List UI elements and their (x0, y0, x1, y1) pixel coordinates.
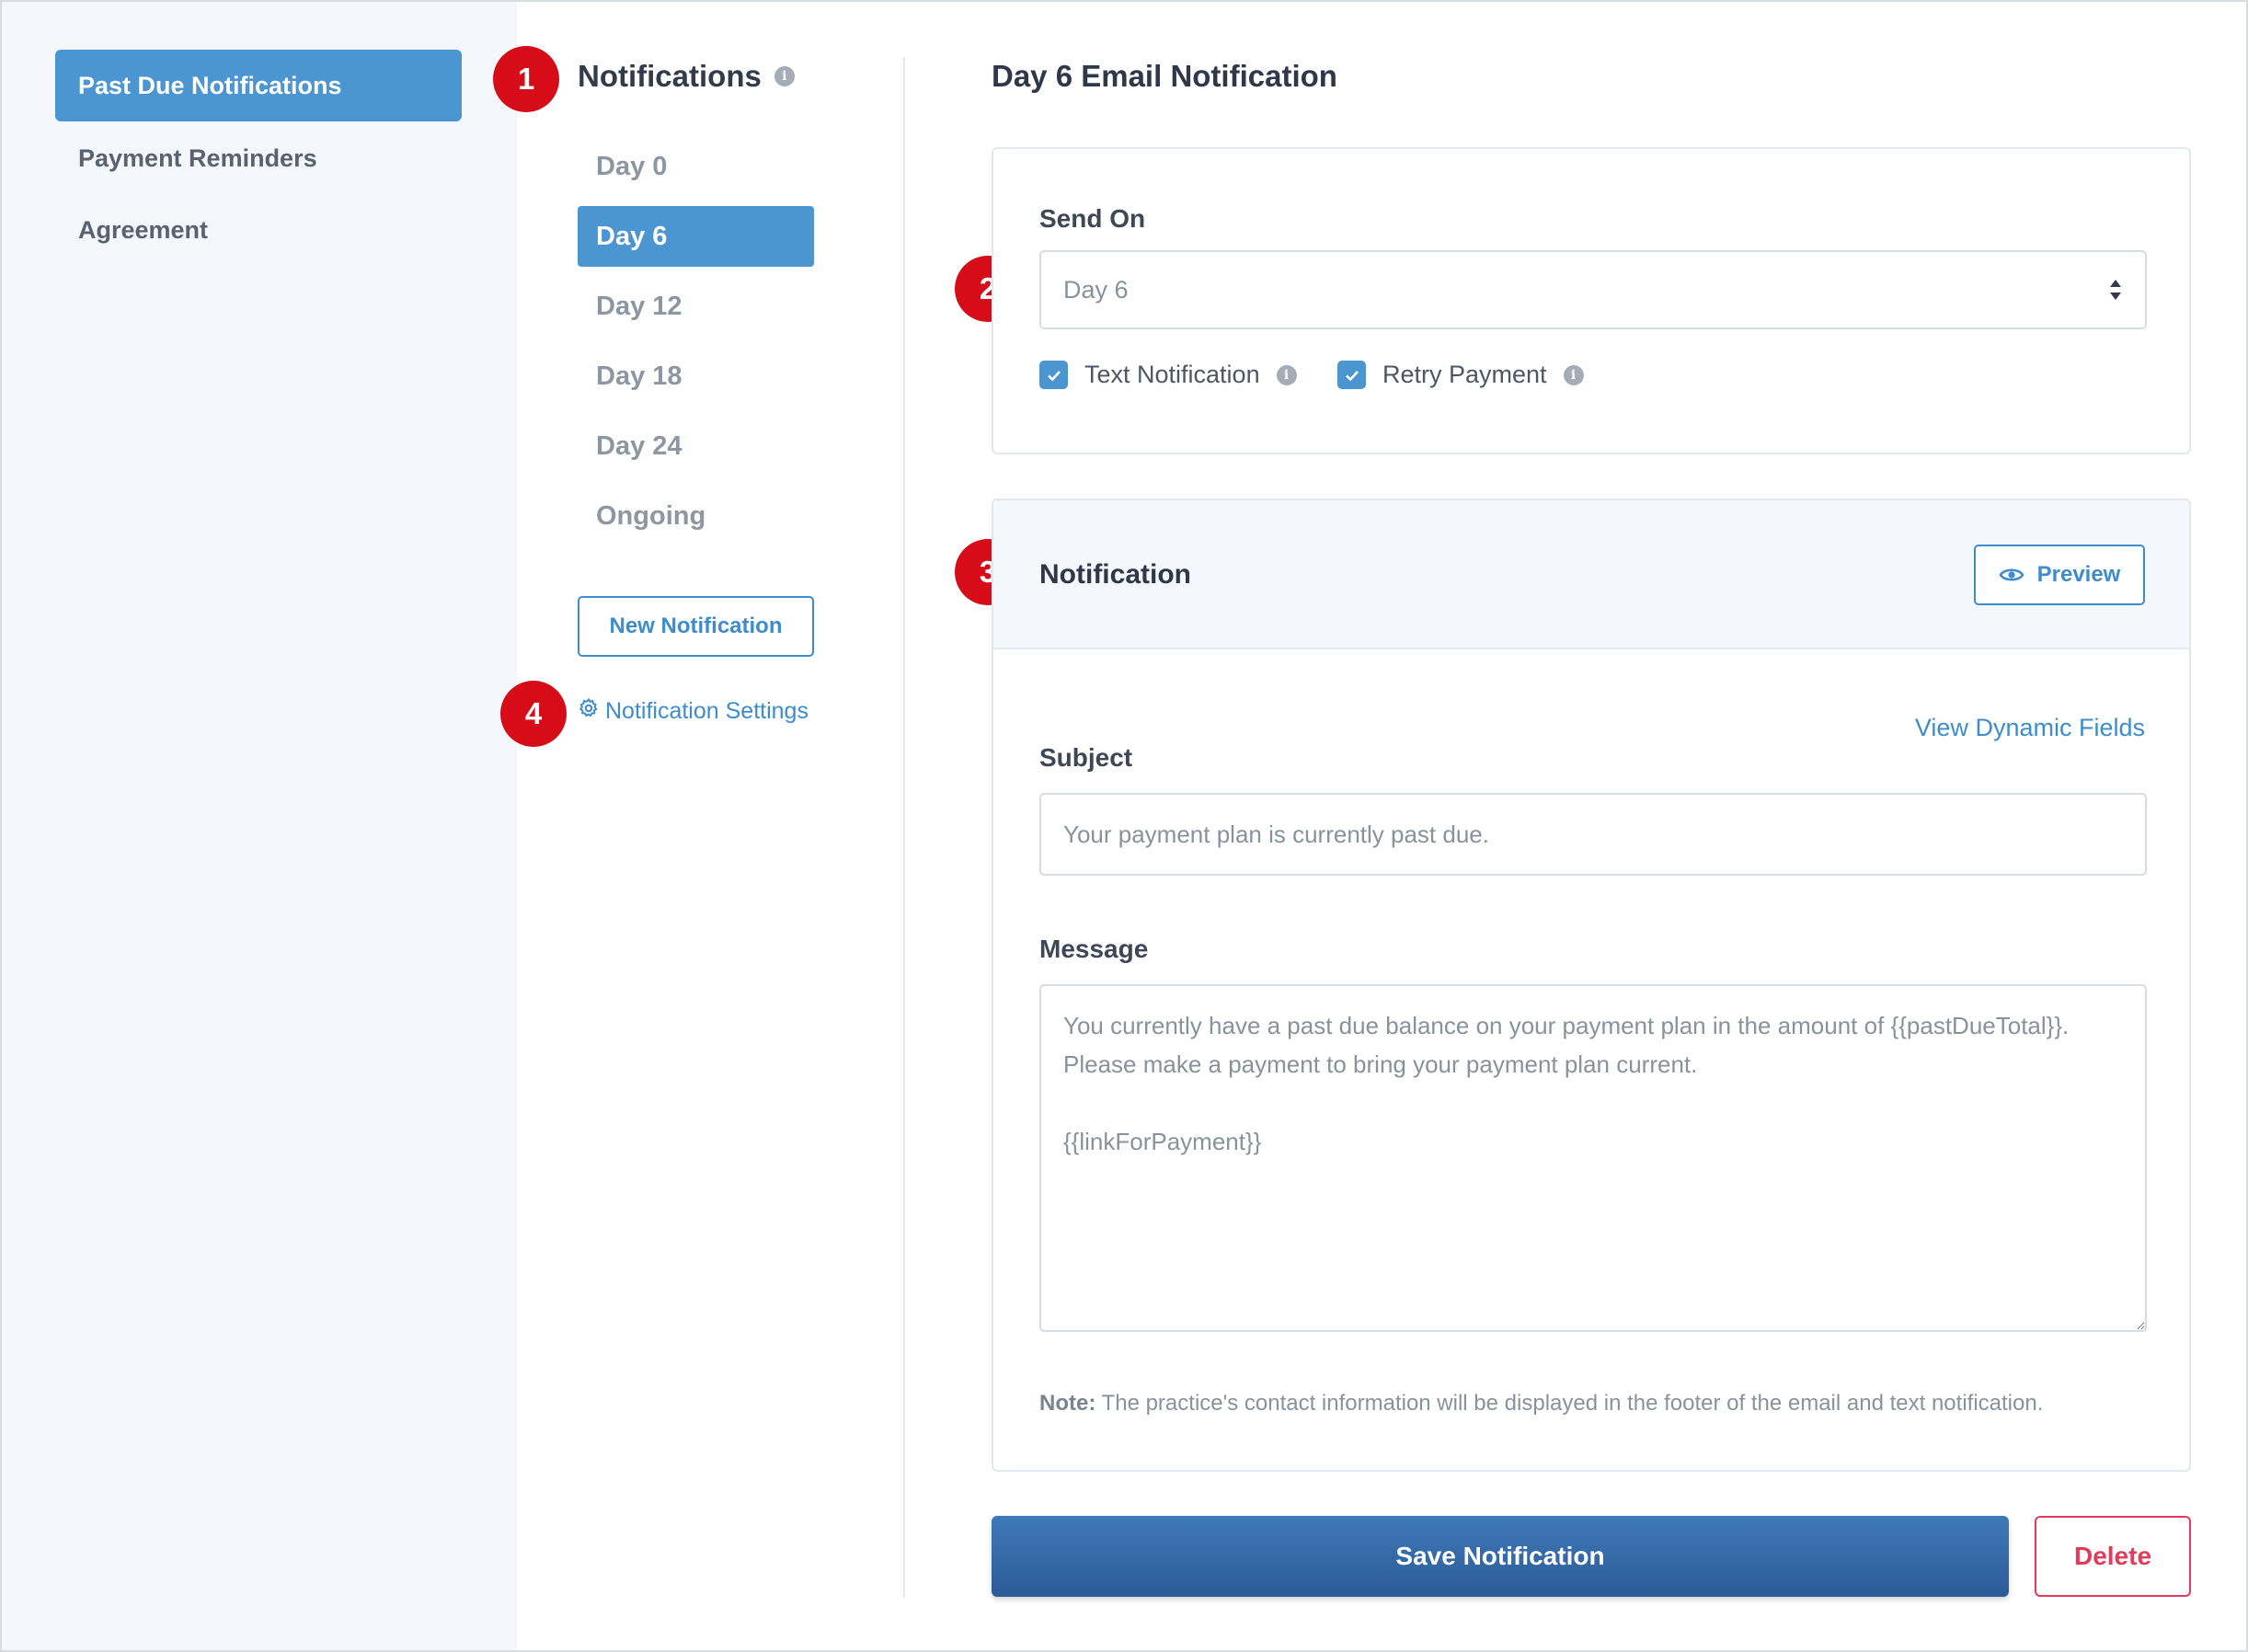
select-arrows-icon (2110, 280, 2121, 300)
info-icon[interactable]: i (1276, 364, 1297, 385)
sidebar-item-payment-reminders[interactable]: Payment Reminders (55, 122, 462, 194)
preview-label: Preview (2036, 562, 2121, 587)
eye-icon (1999, 568, 2024, 581)
notification-settings-link[interactable]: Notification Settings (578, 697, 809, 726)
new-notification-button[interactable]: New Notification (578, 596, 814, 657)
notification-header-title: Notification (1039, 559, 1191, 590)
sidebar-item-past-due-notifications[interactable]: Past Due Notifications (55, 50, 462, 121)
column-divider (903, 57, 905, 1598)
note-text: The practice's contact information will … (1095, 1391, 2044, 1416)
info-icon[interactable]: i (774, 66, 795, 86)
sidebar: Past Due Notifications Payment Reminders… (2, 2, 517, 1650)
retry-payment-checkbox[interactable] (1337, 361, 1366, 389)
day-item-day-12[interactable]: Day 12 (578, 276, 814, 337)
page-title: Day 6 Email Notification (992, 59, 1337, 93)
message-label: Message (1039, 935, 1149, 963)
sidebar-item-agreement[interactable]: Agreement (55, 194, 462, 266)
text-notification-option[interactable]: Text Notification i (1039, 361, 1297, 389)
gear-icon (578, 697, 600, 726)
day-item-day-24[interactable]: Day 24 (578, 416, 814, 476)
notification-card: Notification Preview View Dynamic Fields… (992, 499, 2191, 1472)
text-notification-checkbox[interactable] (1039, 361, 1068, 389)
day-item-ongoing[interactable]: Ongoing (578, 486, 814, 546)
footer-note: Note: The practice's contact information… (1039, 1391, 2043, 1417)
delete-button[interactable]: Delete (2035, 1516, 2191, 1597)
send-on-label: Send On (1039, 204, 1146, 233)
preview-button[interactable]: Preview (1974, 545, 2145, 605)
callout-badge-1: 1 (493, 46, 559, 112)
view-dynamic-fields-link[interactable]: View Dynamic Fields (1915, 714, 2145, 742)
check-icon (1047, 370, 1061, 381)
retry-payment-label: Retry Payment (1382, 361, 1547, 388)
send-on-value: Day 6 (1063, 275, 1129, 304)
day-item-day-6[interactable]: Day 6 (578, 206, 814, 267)
note-label: Note: (1039, 1391, 1096, 1416)
notifications-title: Notifications (578, 59, 762, 93)
day-item-day-0[interactable]: Day 0 (578, 136, 814, 197)
notification-card-header: Notification Preview (993, 500, 2189, 649)
notification-settings-label: Notification Settings (605, 698, 809, 724)
subject-label: Subject (1039, 743, 1133, 772)
text-notification-label: Text Notification (1084, 361, 1260, 388)
send-on-select[interactable]: Day 6 (1039, 250, 2147, 329)
message-textarea[interactable]: You currently have a past due balance on… (1039, 984, 2147, 1332)
notifications-heading: Notifications i (578, 59, 795, 94)
retry-payment-option[interactable]: Retry Payment i (1337, 361, 1584, 389)
callout-badge-4: 4 (500, 681, 567, 747)
send-on-card: Send On Day 6 Text Notification i Retry … (992, 147, 2191, 454)
day-item-day-18[interactable]: Day 18 (578, 346, 814, 407)
check-icon (1345, 370, 1359, 381)
info-icon[interactable]: i (1563, 364, 1584, 385)
subject-input[interactable] (1039, 793, 2147, 876)
save-notification-button[interactable]: Save Notification (992, 1516, 2009, 1597)
